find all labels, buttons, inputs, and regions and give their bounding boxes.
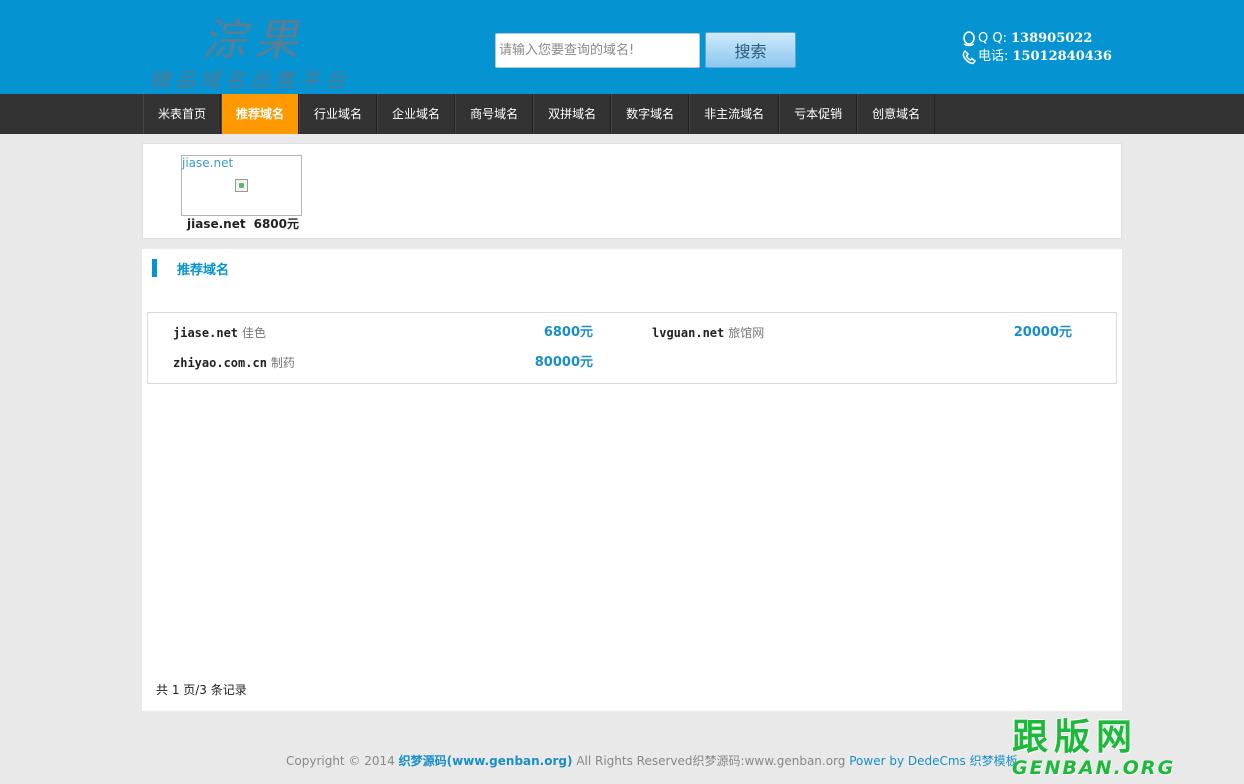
broken-image-icon [235,179,248,192]
phone-row: 电话: 15012840436 [960,48,1112,66]
qq-icon [960,30,978,48]
watermark-logo: 跟版网 GENBAN.ORG [1012,718,1234,780]
contact-info: Q Q: 138905022 电话: 15012840436 [960,30,1112,66]
nav-item-home[interactable]: 米表首页 [143,94,222,134]
domain-desc: 佳色 [242,326,267,340]
domain-price: 80000元 [534,355,593,370]
section-title: 推荐域名 [177,262,230,278]
watermark-bottom-text: GENBAN.ORG [1012,757,1176,779]
footer-brand-link[interactable]: 织梦源码(www.genban.org) [399,754,573,768]
search-button[interactable]: 搜索 [705,32,796,68]
pagination-info: 共 1 页/3 条记录 [156,683,247,697]
nav-item-brand[interactable]: 商号域名 [455,94,534,134]
domain-desc: 制药 [270,356,295,370]
main-nav: 米表首页 推荐域名 行业域名 企业域名 商号域名 双拼域名 数字域名 非主流域名… [0,94,1244,134]
list-item[interactable]: jiase.net 佳色 [173,323,266,343]
footer: Copyright © 2014 织梦源码(www.genban.org) Al… [286,752,1018,769]
logo-sub-text: 精品域名出售平台 [150,68,350,92]
featured-domain-name: jiase.net [187,217,246,231]
nav-item-creative[interactable]: 创意域名 [857,94,936,134]
featured-domain-price: 6800元 [253,217,299,231]
domain-price: 6800元 [543,325,593,340]
search-input[interactable] [495,33,700,68]
featured-domain-image[interactable]: jiase.net [181,155,302,216]
qq-number: 138905022 [1010,31,1093,46]
domain-desc: 旅馆网 [728,326,765,340]
list-item[interactable]: lvguan.net 旅馆网 [652,323,764,343]
list-item[interactable]: zhiyao.com.cn 制药 [173,353,295,373]
nav-item-alternative[interactable]: 非主流域名 [689,94,780,134]
nav-item-enterprise[interactable]: 企业域名 [377,94,456,134]
featured-caption[interactable]: jiase.net 6800元 [187,215,299,232]
nav-item-numeric[interactable]: 数字域名 [611,94,690,134]
footer-rights: All Rights Reserved织梦源码:www.genban.org [576,754,846,768]
nav-item-recommended[interactable]: 推荐域名 [221,94,300,134]
qq-row: Q Q: 138905022 [960,30,1112,48]
footer-powered-link[interactable]: Power by DedeCms 织梦模板 [849,754,1017,768]
nav-list: 米表首页 推荐域名 行业域名 企业域名 商号域名 双拼域名 数字域名 非主流域名… [143,94,936,134]
qq-label: Q Q: [978,31,1007,46]
header: 淙果 精品域名出售平台 搜索 Q Q: 138905022 电话: 150128… [0,0,1244,94]
phone-label: 电话: [978,49,1009,64]
featured-panel: jiase.net jiase.net 6800元 [142,143,1122,239]
phone-icon [960,48,978,66]
phone-number: 15012840436 [1012,49,1112,64]
nav-item-industry[interactable]: 行业域名 [299,94,378,134]
domain-table: jiase.net 佳色 6800元 lvguan.net 旅馆网 20000元 z… [147,312,1117,384]
section-header: 推荐域名 [152,259,230,278]
watermark-top-text: 跟版网 [1012,717,1139,758]
nav-item-clearance[interactable]: 亏本促销 [779,94,858,134]
site-logo[interactable]: 淙果 精品域名出售平台 [150,4,400,92]
domain-price: 20000元 [1013,325,1072,340]
domain-name: lvguan.net [652,326,725,340]
domain-list-panel: 推荐域名 jiase.net 佳色 6800元 lvguan.net 旅馆网 200… [142,249,1122,711]
section-accent-bar [152,259,157,277]
domain-name: zhiyao.com.cn [173,356,267,370]
image-alt-text: jiase.net [182,156,234,170]
logo-main-text: 淙果 [202,15,306,66]
nav-item-pinyin[interactable]: 双拼域名 [533,94,612,134]
footer-copyright: Copyright © 2014 [286,754,395,768]
domain-name: jiase.net [173,326,239,340]
